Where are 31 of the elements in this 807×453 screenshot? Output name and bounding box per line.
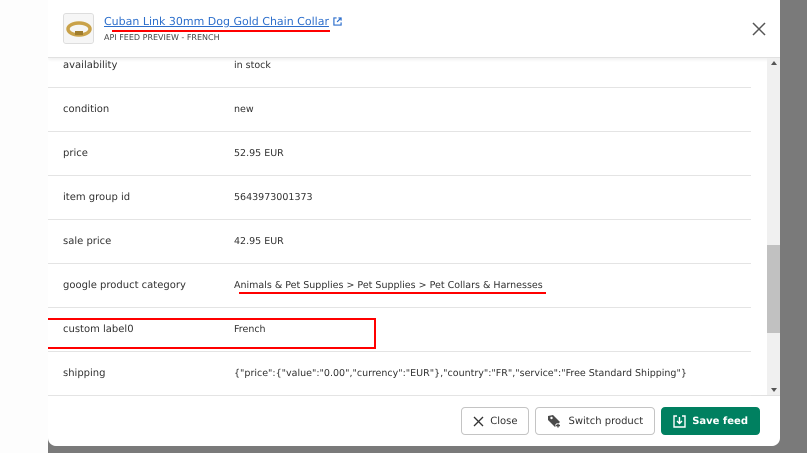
switch-product-button[interactable]: Switch product — [535, 407, 656, 435]
tag-icon — [547, 414, 562, 428]
dialog-subtitle: API FEED PREVIEW - FRENCH — [104, 33, 221, 42]
close-icon[interactable] — [752, 22, 766, 36]
attribute-name: availability — [62, 60, 118, 71]
close-button[interactable]: Close — [461, 407, 530, 435]
external-link-icon[interactable] — [332, 17, 342, 26]
scroll-down-icon[interactable] — [770, 388, 776, 392]
attribute-value: {"price":{"value":"0.00","currency":"EUR"},"country":"FR","service":"Free Standard Shipping"} — [234, 368, 687, 379]
product-title-link[interactable]: Cuban Link 30mm Dog Gold Chain Collar — [104, 15, 329, 28]
attribute-name: condition — [62, 104, 110, 115]
attribute-name: shipping — [62, 368, 106, 379]
attribute-name: custom label0 — [62, 324, 135, 335]
close-icon — [473, 416, 484, 426]
attribute-value: new — [234, 104, 254, 115]
save-button[interactable]: Save feed — [661, 407, 760, 435]
scrollbar[interactable] — [767, 58, 780, 395]
attribute-name: google product category — [62, 280, 187, 291]
attribute-value: 5643973001373 — [234, 192, 313, 203]
bracelet-icon — [64, 18, 92, 38]
save-icon — [673, 414, 686, 428]
attribute-value: Animals & Pet Supplies > Pet Supplies > Pet Collars & Harnesses — [234, 280, 543, 291]
attribute-value: French — [234, 324, 266, 335]
attribute-name: price — [62, 148, 89, 159]
attribute-name: sale price — [62, 236, 112, 247]
scrollbar-thumb[interactable] — [767, 245, 780, 333]
attribute-value: in stock — [234, 60, 271, 71]
attribute-value: 52.95 EUR — [234, 148, 284, 159]
attribute-name: item group id — [62, 192, 132, 203]
scroll-up-icon[interactable] — [770, 61, 776, 65]
attribute-value: 42.95 EUR — [234, 236, 284, 247]
